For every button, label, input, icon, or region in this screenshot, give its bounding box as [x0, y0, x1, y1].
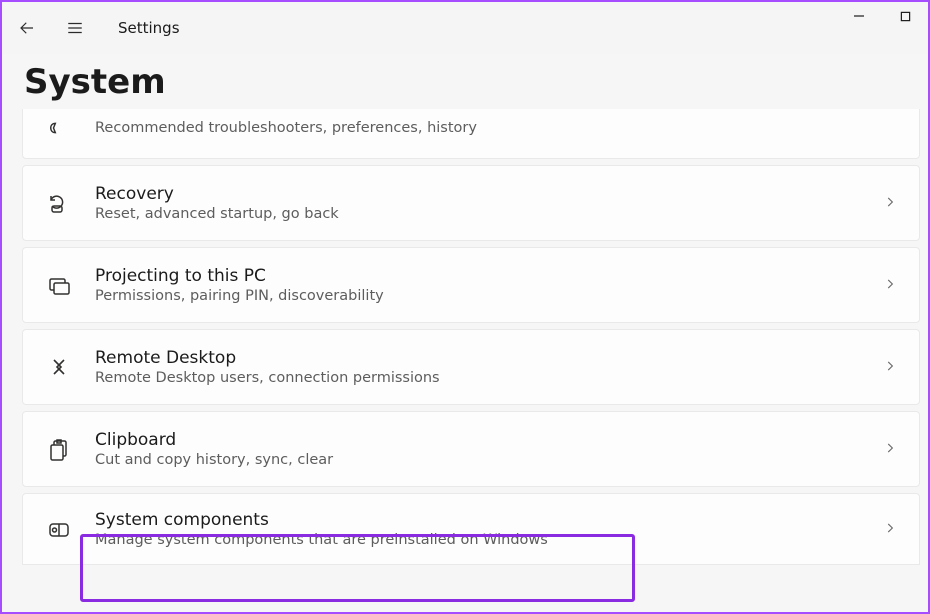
- recovery-icon: [45, 189, 73, 217]
- hamburger-icon: [66, 19, 84, 37]
- setting-item-recovery[interactable]: Recovery Reset, advanced startup, go bac…: [22, 165, 920, 241]
- back-button[interactable]: [10, 11, 44, 45]
- setting-item-subtitle: Cut and copy history, sync, clear: [95, 452, 871, 468]
- setting-item-subtitle: Reset, advanced startup, go back: [95, 206, 871, 222]
- setting-item-subtitle: Manage system components that are preins…: [95, 532, 871, 548]
- wrench-icon: [45, 114, 73, 142]
- chevron-right-icon: [883, 520, 897, 539]
- setting-item-title: System components: [95, 510, 871, 530]
- projecting-icon: [45, 271, 73, 299]
- chevron-right-icon: [883, 440, 897, 459]
- setting-item-subtitle: Permissions, pairing PIN, discoverabilit…: [95, 288, 871, 304]
- chevron-right-icon: [883, 194, 897, 213]
- system-components-icon: [45, 515, 73, 543]
- setting-item-troubleshoot[interactable]: Recommended troubleshooters, preferences…: [22, 109, 920, 159]
- setting-item-subtitle: Recommended troubleshooters, preferences…: [95, 120, 897, 136]
- settings-window: Settings System: [0, 0, 930, 614]
- back-arrow-icon: [18, 19, 36, 37]
- nav-menu-button[interactable]: [58, 11, 92, 45]
- settings-list: Recommended troubleshooters, preferences…: [2, 109, 928, 612]
- setting-item-text: Clipboard Cut and copy history, sync, cl…: [95, 430, 871, 468]
- chevron-right-icon: [883, 358, 897, 377]
- setting-item-text: Recommended troubleshooters, preferences…: [95, 120, 897, 136]
- setting-item-title: Recovery: [95, 184, 871, 204]
- setting-item-text: Projecting to this PC Permissions, pairi…: [95, 266, 871, 304]
- caption-buttons: [836, 2, 928, 30]
- maximize-button[interactable]: [882, 2, 928, 30]
- setting-item-title: Remote Desktop: [95, 348, 871, 368]
- setting-item-text: Recovery Reset, advanced startup, go bac…: [95, 184, 871, 222]
- setting-item-title: Clipboard: [95, 430, 871, 450]
- setting-item-text: Remote Desktop Remote Desktop users, con…: [95, 348, 871, 386]
- clipboard-icon: [45, 435, 73, 463]
- minimize-button[interactable]: [836, 2, 882, 30]
- setting-item-title: Projecting to this PC: [95, 266, 871, 286]
- titlebar-left: Settings: [10, 11, 180, 45]
- minimize-icon: [853, 10, 865, 22]
- remote-desktop-icon: [45, 353, 73, 381]
- app-name: Settings: [118, 19, 180, 37]
- titlebar: Settings: [2, 2, 928, 54]
- setting-item-projecting[interactable]: Projecting to this PC Permissions, pairi…: [22, 247, 920, 323]
- setting-item-clipboard[interactable]: Clipboard Cut and copy history, sync, cl…: [22, 411, 920, 487]
- maximize-icon: [900, 11, 911, 22]
- setting-item-remote-desktop[interactable]: Remote Desktop Remote Desktop users, con…: [22, 329, 920, 405]
- setting-item-text: System components Manage system componen…: [95, 510, 871, 548]
- chevron-right-icon: [883, 276, 897, 295]
- setting-item-system-components[interactable]: System components Manage system componen…: [22, 493, 920, 565]
- setting-item-subtitle: Remote Desktop users, connection permiss…: [95, 370, 871, 386]
